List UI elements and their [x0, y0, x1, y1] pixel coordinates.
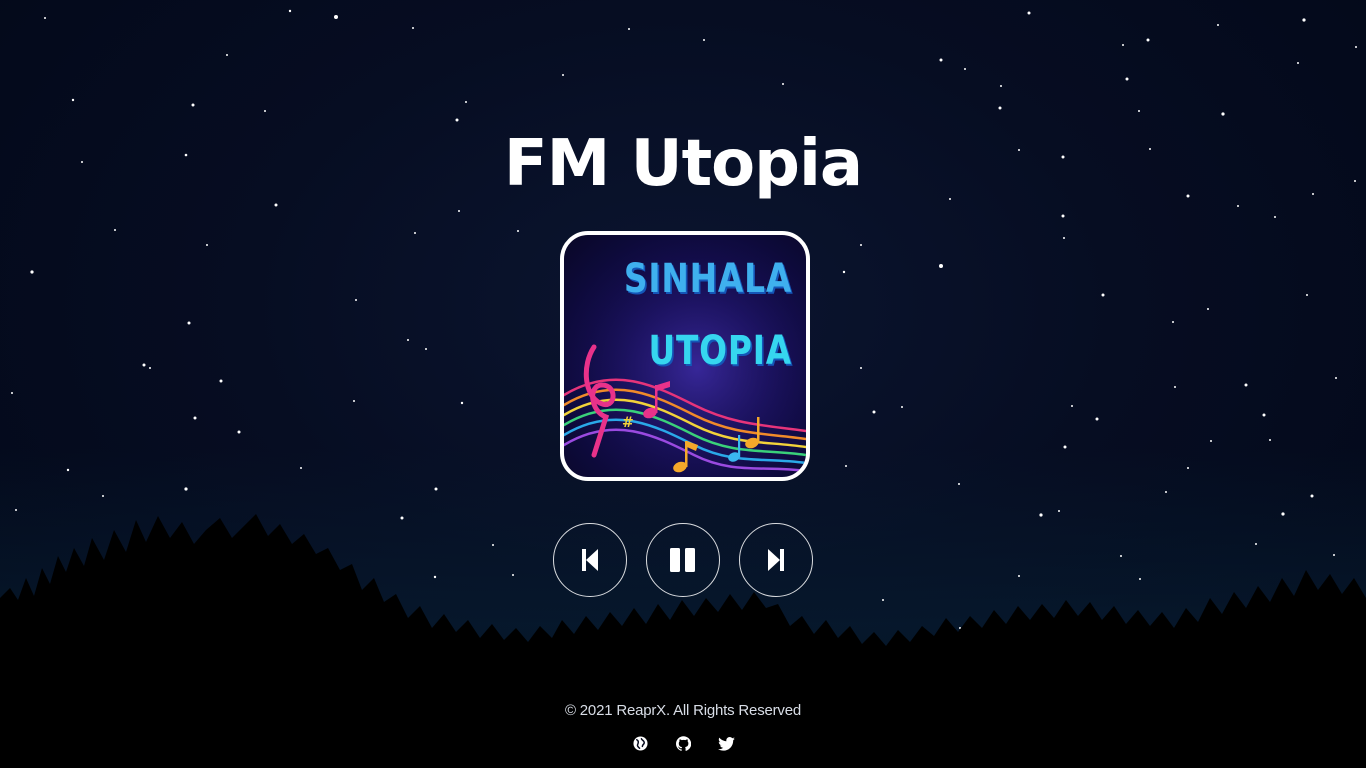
globe-icon — [632, 736, 648, 751]
social-links — [0, 735, 1366, 752]
next-icon — [768, 549, 784, 571]
previous-icon — [582, 549, 598, 571]
album-art-line-2: UTOPIA — [648, 328, 792, 374]
previous-button[interactable] — [553, 523, 627, 597]
player-controls — [0, 523, 1366, 597]
page-title: FM Utopia — [503, 127, 863, 201]
pause-icon — [670, 548, 695, 572]
twitter-link[interactable] — [717, 735, 735, 752]
pause-button[interactable] — [646, 523, 720, 597]
next-button[interactable] — [739, 523, 813, 597]
svg-text:#: # — [622, 415, 634, 431]
page-background: FM Utopia # SINHALA UTOPIA © 2021 ReaprX… — [0, 0, 1366, 768]
website-link[interactable] — [632, 735, 649, 752]
github-icon — [675, 736, 691, 751]
github-link[interactable] — [675, 735, 692, 752]
album-art-line-1: SINHALA — [623, 256, 792, 302]
twitter-icon — [717, 736, 735, 751]
album-art: # SINHALA UTOPIA — [560, 231, 810, 481]
copyright-text: © 2021 ReaprX. All Rights Reserved — [564, 702, 802, 719]
